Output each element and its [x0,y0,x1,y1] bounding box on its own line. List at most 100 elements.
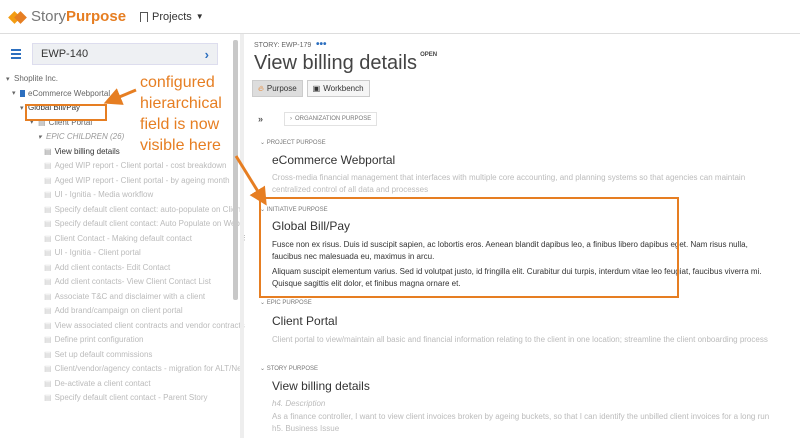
tree-item-label: Add client contacts- Edit Contact [54,262,171,272]
expand-all-icon[interactable]: » [258,114,263,124]
tree-item-label: Client/vendor/agency contacts - migratio… [54,364,242,373]
tree-item-label: Shoplite Inc. [14,74,59,83]
document-icon: ▤ [44,219,52,228]
document-icon: ▤ [44,277,52,286]
tree-child-item[interactable]: ▤ Associate T&C and disclaimer with a cli… [44,292,205,301]
menu-icon[interactable] [6,44,26,64]
top-bar: StoryPurpose Projects ▼ [0,0,800,34]
tree-node[interactable]: ▾ Shoplite Inc. [6,74,58,83]
tree-item-label: Aged WIP report - Client portal - by age… [54,175,230,185]
logo-text: StoryPurpose [31,8,127,25]
tab-bar: 🔥︎ Purpose ▣ Workbench [252,80,370,97]
tree-node[interactable]: ▾ EPIC CHILDREN (26) [38,132,124,141]
issue-key-value: EWP-140 [41,48,89,60]
tree-child-item[interactable]: ▤ Specify default client contact: Auto Po… [44,219,240,228]
document-icon: ▤ [44,233,52,243]
annotation-text: configured hierarchical field is now vis… [140,74,222,154]
tree-child-item[interactable]: ▤ Aged WIP report - Client portal - cost … [44,161,227,170]
tree-child-item[interactable]: ▤ Add client contacts- View Client Contac… [44,277,211,286]
tree-item-label: Specify default client contact: Auto Pop… [54,219,240,228]
project-purpose-body: Cross-media financial management that in… [272,173,746,194]
document-icon: ▤ [44,320,52,330]
document-icon: ▤ [44,248,52,257]
document-icon: ▤ [44,161,52,170]
initiative-highlight-box [259,197,679,298]
tree-item-label: UI - Ignitia - Client portal [54,248,141,257]
chevron-right-icon[interactable]: › [205,47,209,62]
story-purpose-label[interactable]: ⌄ STORY PURPOSE [260,365,318,372]
status-badge: OPEN [420,52,438,58]
document-icon: ▤ [44,349,52,359]
tree-item-label: eCommerce Webportal [28,88,111,98]
story-purpose-body: As a finance controller, I want to view … [272,412,770,433]
tree-child-item[interactable]: ▤ Set up default commissions [44,350,152,359]
document-icon: ▤ [44,204,52,214]
org-purpose-label: ORGANIZATION PURPOSE [295,116,372,122]
org-purpose-toggle[interactable]: › ORGANIZATION PURPOSE [284,112,378,126]
tree-item-label: Client Contact - Making default contact [54,233,192,243]
tree-child-item[interactable]: ▤ Define print configuration [44,335,144,344]
tree-child-item[interactable]: ▤ Specify default client contact - Parent… [44,393,208,402]
bookmark-icon [140,11,149,22]
search-bar: EWP-140 › [6,42,228,66]
tree-child-item[interactable]: ▤ Client Contact - Making default contact [44,234,192,243]
epic-purpose-label[interactable]: ⌄ EPIC PURPOSE [260,299,312,306]
logo-icon [8,9,27,25]
project-purpose-label[interactable]: ⌄ PROJECT PURPOSE [260,139,326,146]
tree-item-label: De-activate a client contact [54,378,151,388]
chevron-down-icon[interactable]: ▾ [38,133,46,141]
tree-node[interactable]: ▾ eCommerce Webportal [12,89,110,98]
chevron-down-icon[interactable]: ▾ [12,89,20,97]
storypurpose-logo[interactable]: StoryPurpose [8,8,127,25]
page-title: View billing details OPEN [254,52,437,75]
tree-highlight-box [25,104,107,121]
tree-child-item[interactable]: ▤ View associated client contracts and ve… [44,321,245,330]
tree-item-label: Add brand/campaign on client portal [54,306,183,315]
epic-purpose-title: Client Portal [272,314,338,328]
tree-item-label: View billing details [54,146,120,156]
tree-item-label: UI - Ignitia - Media workflow [54,190,154,199]
tree-item-label: Add client contacts- View Client Contact… [54,277,211,286]
document-icon: ▤ [44,378,52,388]
more-options-icon[interactable]: ••• [316,39,327,50]
document-icon: ▤ [44,262,52,272]
tree-item-label: Aged WIP report - Client portal - cost b… [54,161,227,170]
document-icon: ▤ [44,291,52,301]
tree-child-item[interactable]: ▤ Aged WIP report - Client portal - by ag… [44,176,230,185]
page-title-text: View billing details [254,52,418,74]
tree-child-item[interactable]: ▤ Client/vendor/agency contacts - migrati… [44,364,242,373]
story-purpose-heading: h4. Description [272,399,326,408]
project-purpose-title: eCommerce Webportal [272,153,396,167]
document-icon: ▤ [44,335,52,344]
flame-icon: 🔥︎ [258,83,264,93]
story-purpose-title: View billing details [272,379,370,393]
epic-purpose-body: Client portal to view/maintain all basic… [272,335,768,344]
issue-key-input[interactable]: EWP-140 › [32,43,218,65]
tree-item-label: Set up default commissions [54,349,153,359]
tree-item-label: Define print configuration [54,335,144,344]
chevron-right-icon: › [290,116,292,122]
tree-child-item[interactable]: ▤ De-activate a client contact [44,379,151,388]
document-icon: ▤ [44,190,52,199]
document-icon: ▤ [44,393,52,402]
bookmark-icon [20,89,25,97]
workbench-icon: ▣ [312,84,321,93]
tree-item-label: Specify default client contact - Parent … [54,393,208,402]
tree-child-item[interactable]: ▤ Add brand/campaign on client portal [44,306,183,315]
tree-child-item[interactable]: ▤ Add client contacts- Edit Contact [44,263,170,272]
projects-label: Projects [152,10,192,23]
tab-purpose-label: Purpose [266,84,297,93]
tree-child-item[interactable]: ▤ Specify default client contact: auto-po… [44,205,243,214]
tab-purpose[interactable]: 🔥︎ Purpose [252,80,303,97]
story-id: STORY: EWP-179 [254,42,312,49]
tree-child-item[interactable]: ▤ UI - Ignitia - Client portal [44,248,141,257]
projects-menu[interactable]: Projects ▼ [140,11,204,23]
tab-workbench[interactable]: ▣ Workbench [306,80,370,97]
chevron-down-icon[interactable]: ▾ [6,75,14,83]
document-icon: ▤ [44,175,52,185]
tree-child-item[interactable]: ▤ UI - Ignitia - Media workflow [44,190,153,199]
tree-item-label: Specify default client contact: auto-pop… [54,204,244,214]
tree-child-item[interactable]: ▤ View billing details [44,147,120,156]
document-icon: ▤ [44,306,52,315]
document-icon: ▤ [44,146,52,156]
